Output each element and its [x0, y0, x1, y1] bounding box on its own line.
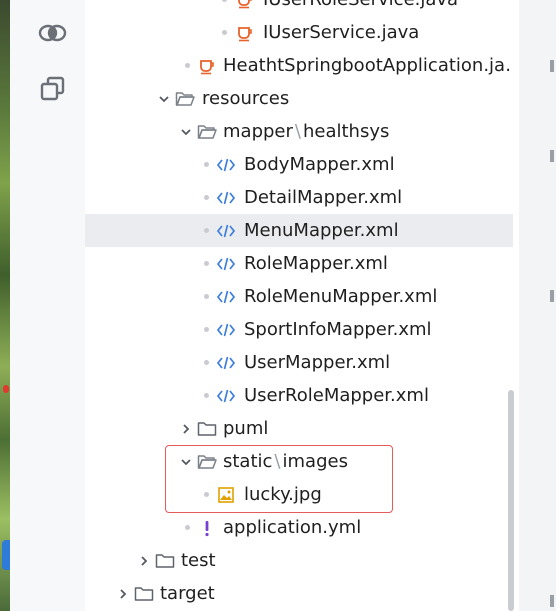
folder-open-icon [197, 452, 217, 472]
tree-row-application-class[interactable]: HeathtSpringbootApplication.ja… [85, 49, 513, 82]
copy-window-icon[interactable] [38, 74, 68, 104]
tree-row-detailmapper[interactable]: DetailMapper.xml [85, 181, 513, 214]
tree-row-label: static \ images [223, 451, 348, 472]
chevron-down-icon[interactable] [178, 445, 194, 478]
folder-icon [155, 551, 175, 571]
tree-row-label: puml [223, 418, 269, 439]
tree-row-usermapper[interactable]: UserMapper.xml [85, 346, 513, 379]
tree-row-label: DetailMapper.xml [244, 187, 403, 208]
chevron-down-icon[interactable] [156, 82, 172, 115]
scrollbar-thumb[interactable] [508, 390, 514, 611]
tree-row-label: lucky.jpg [244, 484, 322, 505]
tree-guide-dot [204, 195, 209, 200]
xml-file-icon [216, 320, 236, 340]
tree-guide-dot [204, 228, 209, 233]
tree-guide-dot [222, 30, 227, 35]
java-class-icon [197, 56, 217, 76]
tree-row-label: RoleMapper.xml [244, 253, 388, 274]
tree-guide-dot [222, 0, 227, 2]
desktop-blue-badge [2, 540, 10, 570]
chevron-down-icon[interactable] [178, 115, 194, 148]
tree-row-label: SportInfoMapper.xml [244, 319, 432, 340]
project-tree: IUserRoleService.java IUserService.java … [85, 0, 513, 611]
yml-file-icon [197, 518, 217, 538]
tree-row-test[interactable]: test [85, 544, 513, 577]
tree-row-rolemenumapper[interactable]: RoleMenuMapper.xml [85, 280, 513, 313]
tree-row-bodymapper[interactable]: BodyMapper.xml [85, 148, 513, 181]
chevron-right-icon[interactable] [136, 544, 152, 577]
tree-row-target[interactable]: target [85, 577, 513, 610]
cloud-sync-icon[interactable] [38, 18, 68, 48]
gutter-marker [550, 290, 554, 302]
image-file-icon [216, 485, 236, 505]
tree-row-puml[interactable]: puml [85, 412, 513, 445]
tree-row-label: MenuMapper.xml [244, 220, 399, 241]
tree-row-lucky-jpg[interactable]: lucky.jpg [85, 478, 513, 511]
tree-row-label: UserMapper.xml [244, 352, 391, 373]
xml-file-icon [216, 287, 236, 307]
chevron-right-icon[interactable] [115, 577, 131, 610]
tree-guide-dot [204, 492, 209, 497]
tree-row-label: target [160, 583, 215, 604]
desktop-red-dot [3, 385, 9, 393]
tree-guide-dot [204, 261, 209, 266]
tree-guide-dot [204, 393, 209, 398]
tree-row-label: HeathtSpringbootApplication.ja… [223, 55, 513, 76]
tree-row-rolemapper[interactable]: RoleMapper.xml [85, 247, 513, 280]
tree-row-userrolemapper[interactable]: UserRoleMapper.xml [85, 379, 513, 412]
tree-guide-dot [204, 294, 209, 299]
tree-guide-dot [185, 63, 190, 68]
folder-icon [134, 584, 154, 604]
xml-file-icon [216, 353, 236, 373]
tree-row-label: IUserService.java [263, 22, 420, 43]
tree-row-mapper-healthsys[interactable]: mapper \ healthsys [85, 115, 513, 148]
folder-open-icon [197, 122, 217, 142]
tree-row-label: resources [202, 88, 290, 109]
tree-row-iuserservice[interactable]: IUserService.java [85, 16, 513, 49]
tool-window-stripe [10, 0, 85, 611]
tree-row-label: mapper \ healthsys [223, 121, 390, 142]
tree-guide-dot [204, 162, 209, 167]
folder-icon [197, 419, 217, 439]
xml-file-icon [216, 221, 236, 241]
tree-guide-dot [204, 360, 209, 365]
xml-file-icon [216, 254, 236, 274]
tree-row-iuserroleservice[interactable]: IUserRoleService.java [85, 0, 513, 16]
gutter-marker [550, 150, 554, 162]
tree-row-sportinfomapper[interactable]: SportInfoMapper.xml [85, 313, 513, 346]
tree-row-resources[interactable]: resources [85, 82, 513, 115]
tree-row-label: RoleMenuMapper.xml [244, 286, 438, 307]
desktop-edge [0, 0, 10, 611]
tree-row-static-images[interactable]: static \ images [85, 445, 513, 478]
gutter-marker [550, 595, 554, 607]
chevron-right-icon[interactable] [178, 412, 194, 445]
java-class-icon [235, 23, 255, 43]
folder-open-icon [175, 89, 195, 109]
tree-row-label: IUserRoleService.java [263, 0, 458, 16]
editor-gutter [519, 0, 556, 611]
xml-file-icon [216, 155, 236, 175]
tree-row-label: test [181, 550, 216, 571]
tree-guide-dot [204, 327, 209, 332]
tree-row-label: UserRoleMapper.xml [244, 385, 429, 406]
java-class-icon [235, 0, 255, 10]
xml-file-icon [216, 188, 236, 208]
tree-row-label: BodyMapper.xml [244, 154, 395, 175]
tree-row-application-yml[interactable]: application.yml [85, 511, 513, 544]
xml-file-icon [216, 386, 236, 406]
tree-guide-dot [185, 525, 190, 530]
tree-row-label: application.yml [223, 517, 362, 538]
tree-row-menumapper[interactable]: MenuMapper.xml [85, 214, 513, 247]
gutter-marker [550, 60, 554, 72]
